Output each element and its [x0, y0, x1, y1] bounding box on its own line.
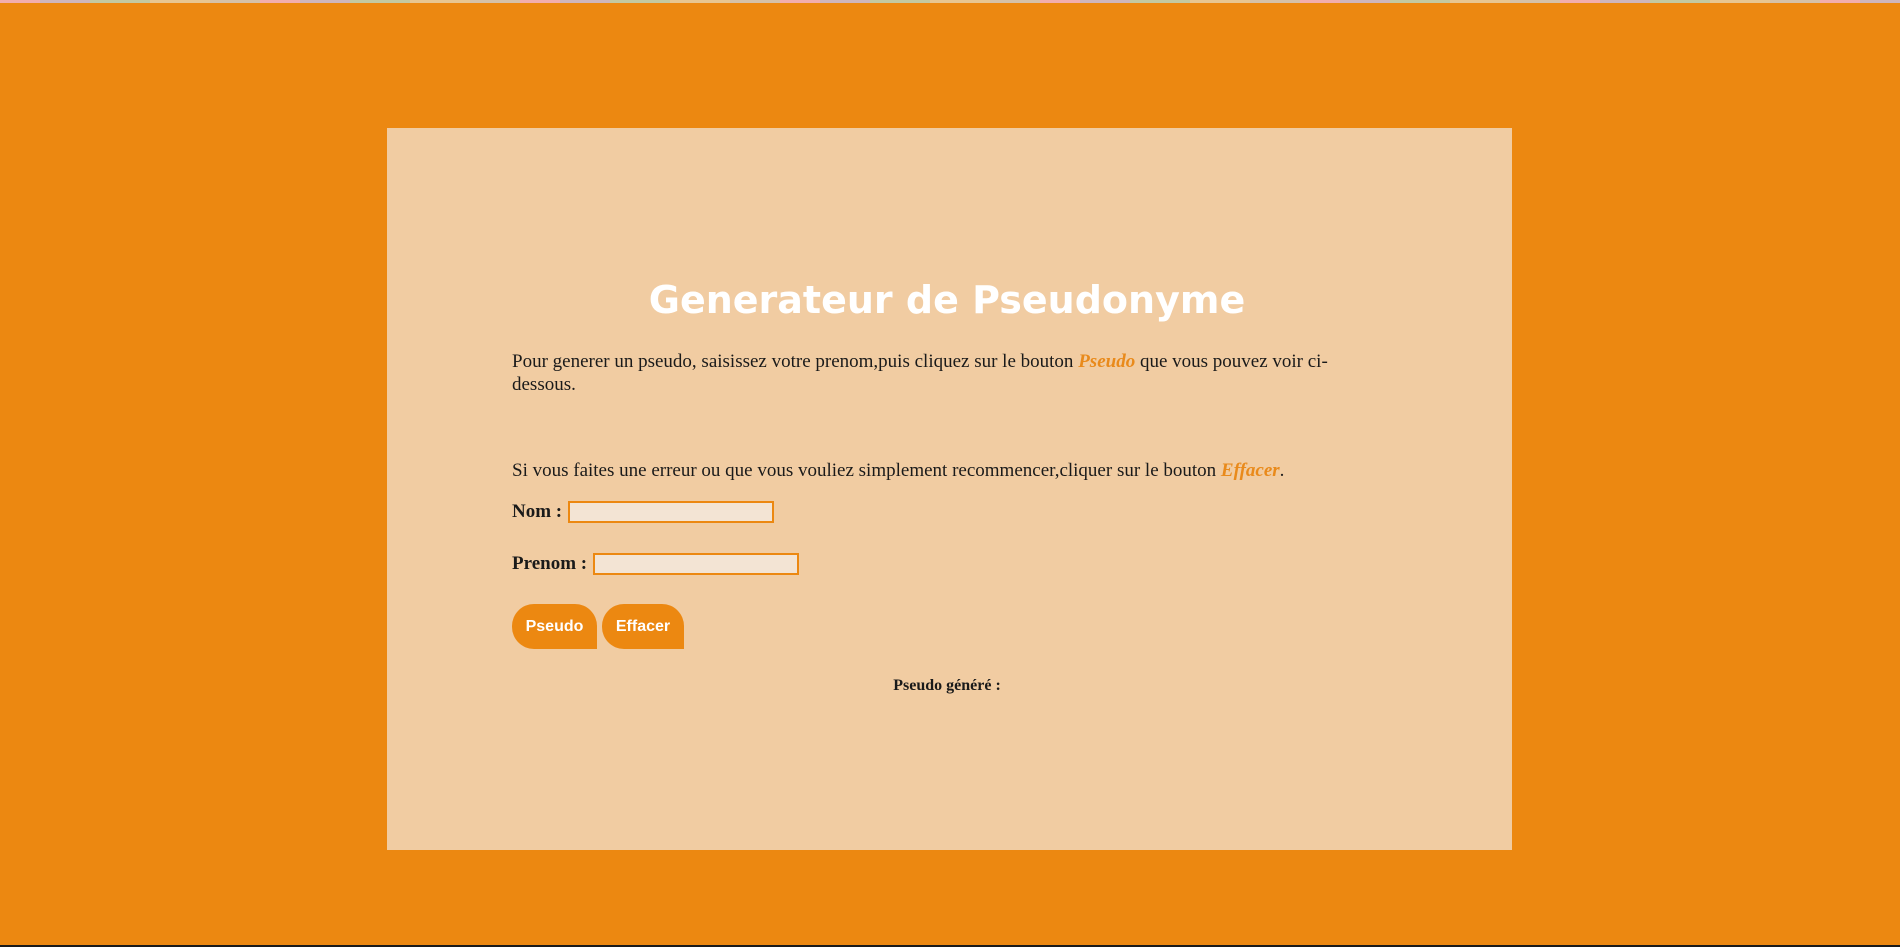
- prenom-input[interactable]: [593, 553, 800, 575]
- button-group: Pseudo Effacer: [512, 604, 684, 649]
- prenom-label: Prenom :: [512, 553, 588, 574]
- effacer-button[interactable]: Effacer: [602, 604, 684, 649]
- reset-text-end: .: [1279, 460, 1285, 481]
- prenom-row: Prenom :: [512, 553, 800, 575]
- reset-text-start: Si vous faites une erreur ou que vous vo…: [512, 460, 1221, 481]
- reset-effacer-highlight: Effacer: [1220, 460, 1280, 481]
- nom-label: Nom :: [512, 501, 563, 522]
- browser-top-strip: [0, 0, 1900, 3]
- nom-row: Nom :: [512, 501, 775, 523]
- nom-input[interactable]: [568, 501, 775, 523]
- main-panel: Generateur de Pseudonyme Pour generer un…: [387, 128, 1512, 850]
- intro-pseudo-highlight: Pseudo: [1078, 351, 1136, 372]
- intro-text-start: Pour generer un pseudo, saisissez votre …: [512, 351, 1079, 372]
- result-label: Pseudo généré :: [893, 677, 1001, 694]
- pseudo-button[interactable]: Pseudo: [512, 604, 597, 649]
- intro-paragraph: Pour generer un pseudo, saisissez votre …: [512, 350, 1382, 396]
- page-title: Generateur de Pseudonyme: [648, 278, 1246, 322]
- reset-paragraph: Si vous faites une erreur ou que vous vo…: [512, 459, 1382, 482]
